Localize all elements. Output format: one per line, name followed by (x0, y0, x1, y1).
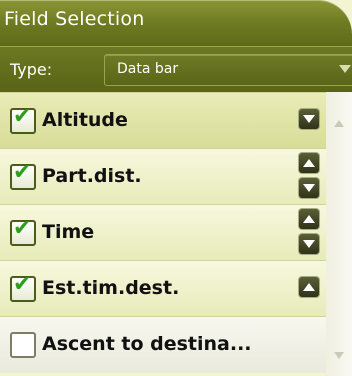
list-item-label: Ascent to destina... (42, 333, 252, 355)
checkbox-altitude[interactable]: ✔ (10, 104, 36, 134)
checkbox-time[interactable]: ✔ (10, 216, 36, 246)
arrow-down-icon (303, 240, 315, 248)
list-item-ascent-to-destination[interactable]: Ascent to destina... (0, 316, 352, 373)
scroll-down-icon[interactable] (334, 352, 344, 359)
move-down-button[interactable] (299, 234, 319, 254)
list-item-label: Est.tim.dest. (42, 277, 180, 299)
checkbox-part-dist[interactable]: ✔ (10, 160, 36, 190)
move-down-button[interactable] (299, 109, 319, 129)
move-down-button[interactable] (299, 178, 319, 198)
list-item-est-tim-dest[interactable]: ✔ Est.tim.dest. (0, 260, 352, 317)
type-dropdown[interactable]: Data bar (104, 54, 352, 86)
arrow-up-icon (303, 159, 315, 167)
list-item-label: Part.dist. (42, 165, 142, 187)
checkbox-est-tim-dest[interactable]: ✔ (10, 272, 36, 302)
arrow-down-icon (303, 184, 315, 192)
check-mark-icon: ✔ (13, 160, 32, 185)
header-bar: Field Selection (0, 0, 352, 46)
arrow-up-icon (303, 283, 315, 291)
move-up-button[interactable] (299, 209, 319, 229)
move-up-button[interactable] (299, 153, 319, 173)
check-mark-icon: ✔ (13, 216, 32, 241)
check-mark-icon: ✔ (13, 272, 32, 297)
move-up-button[interactable] (299, 277, 319, 297)
list-item-time[interactable]: ✔ Time (0, 204, 352, 261)
list-item-part-dist[interactable]: ✔ Part.dist. (0, 148, 352, 205)
checkbox-ascent-to-destination[interactable] (10, 332, 36, 358)
list-scrollbar[interactable] (326, 92, 352, 376)
list-item-label: Time (42, 221, 95, 243)
page-title: Field Selection (4, 8, 145, 30)
chevron-down-icon (339, 65, 351, 73)
check-mark-icon: ✔ (13, 104, 32, 129)
list-item-label: Altitude (42, 109, 128, 131)
scroll-up-icon[interactable] (334, 120, 344, 127)
type-dropdown-value: Data bar (117, 61, 179, 77)
field-list: ✔ Altitude ✔ Part.dist. ✔ Time ✔ Est.tim… (0, 92, 352, 376)
type-row: Type: Data bar (0, 46, 352, 93)
type-label: Type: (10, 60, 53, 79)
field-selection-panel: Field Selection Type: Data bar ✔ Altitud… (0, 0, 352, 376)
list-item-altitude[interactable]: ✔ Altitude (0, 92, 352, 149)
arrow-down-icon (303, 115, 315, 123)
arrow-up-icon (303, 215, 315, 223)
